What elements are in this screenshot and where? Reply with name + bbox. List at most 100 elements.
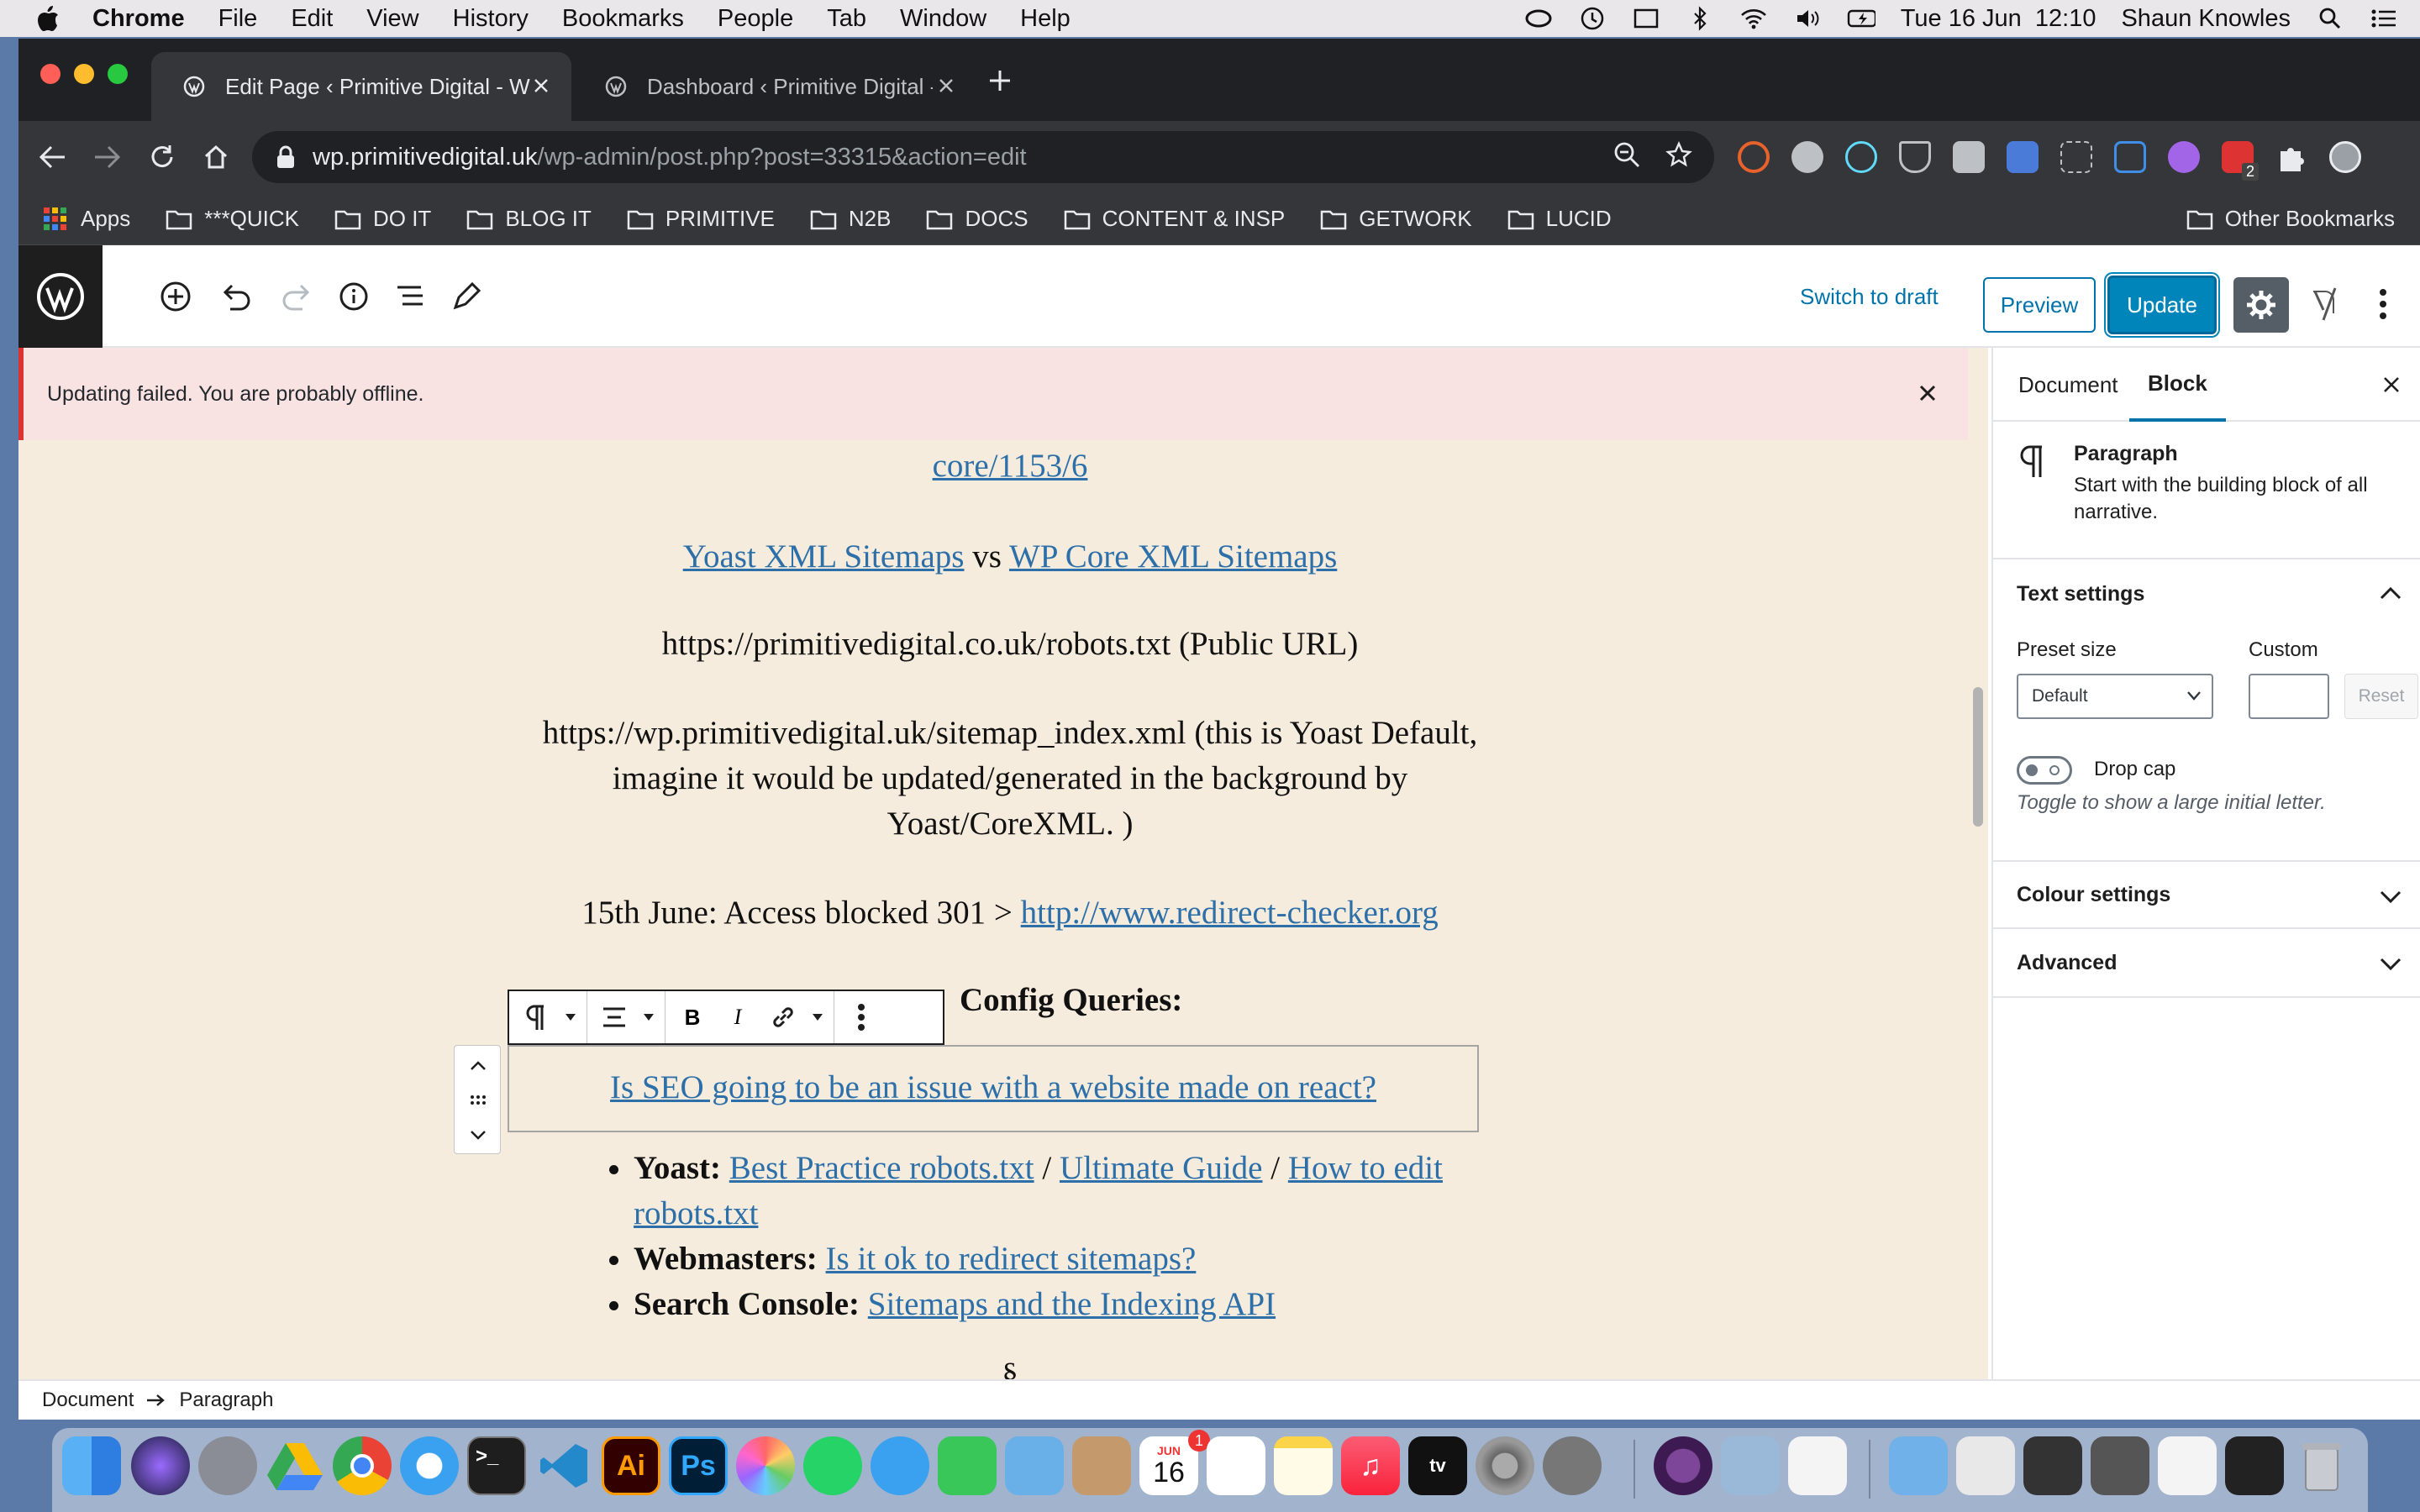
google-drive-icon[interactable]: [266, 1436, 324, 1495]
whatsapp-icon[interactable]: [803, 1436, 862, 1495]
wp-core-sitemaps-link[interactable]: WP Core XML Sitemaps: [1009, 538, 1337, 575]
selected-paragraph-block[interactable]: Is SEO going to be an issue with a websi…: [508, 1045, 1479, 1132]
link-icon[interactable]: [766, 999, 800, 1036]
reminders-icon[interactable]: [1207, 1436, 1265, 1495]
extension-camera-icon[interactable]: [1953, 141, 1985, 173]
move-up-icon[interactable]: [455, 1049, 502, 1083]
advanced-header[interactable]: Advanced: [1993, 929, 2420, 998]
bookmark-folder[interactable]: BLOG IT: [466, 206, 592, 232]
window-thumbnail-icon[interactable]: [2158, 1436, 2217, 1495]
tab-close-icon[interactable]: [528, 72, 555, 99]
other-bookmarks[interactable]: Other Bookmarks: [2186, 206, 2395, 232]
forward-icon[interactable]: [87, 138, 126, 176]
notification-center-icon[interactable]: [2370, 6, 2398, 31]
breadcrumb-document[interactable]: Document: [42, 1389, 134, 1412]
menu-window[interactable]: Window: [900, 5, 986, 33]
text-settings-header[interactable]: Text settings: [1993, 559, 2420, 628]
tab-edit-page[interactable]: Edit Page ‹ Primitive Digital - W: [151, 52, 571, 121]
block-more-options-icon[interactable]: [844, 999, 878, 1036]
redirect-checker-link[interactable]: http://www.redirect-checker.org: [1021, 895, 1439, 931]
window-thumbnail-icon[interactable]: [2225, 1436, 2284, 1495]
menu-edit[interactable]: Edit: [291, 5, 333, 33]
extension-blue-icon[interactable]: [2007, 141, 2039, 173]
extension-pocket-icon[interactable]: [1899, 141, 1931, 173]
undo-icon[interactable]: [217, 277, 255, 316]
paragraph-link-core[interactable]: core/1153/6: [439, 444, 1581, 489]
menu-history[interactable]: History: [453, 5, 529, 33]
chevron-down-icon[interactable]: [643, 999, 655, 1036]
breadcrumb-paragraph[interactable]: Paragraph: [179, 1389, 273, 1412]
menu-tab[interactable]: Tab: [827, 5, 866, 33]
menu-file[interactable]: File: [218, 5, 258, 33]
update-button[interactable]: Update: [2107, 276, 2217, 334]
chevron-down-icon[interactable]: [565, 999, 576, 1036]
ultimate-guide-link[interactable]: Ultimate Guide: [1060, 1150, 1263, 1186]
scrollbar-track[interactable]: [1968, 348, 1988, 1416]
chevron-down-icon[interactable]: [812, 999, 823, 1036]
window-thumbnail-icon[interactable]: [2091, 1436, 2149, 1495]
extension-gear-icon[interactable]: [1791, 141, 1823, 173]
menu-help[interactable]: Help: [1020, 5, 1071, 33]
list-item[interactable]: Webmasters: Is it ok to redirect sitemap…: [634, 1236, 1489, 1282]
wordpress-logo-icon[interactable]: [18, 245, 103, 348]
block-navigation-icon[interactable]: [392, 277, 430, 316]
italic-icon[interactable]: I: [721, 999, 755, 1036]
textedit-icon[interactable]: [1788, 1436, 1847, 1495]
safari-icon[interactable]: [400, 1436, 459, 1495]
terminal-icon[interactable]: >_: [467, 1436, 526, 1495]
tab-close-icon[interactable]: [933, 72, 960, 99]
apple-tv-icon[interactable]: tv: [1408, 1436, 1467, 1495]
bookmark-star-icon[interactable]: [1665, 141, 1692, 168]
menu-view[interactable]: View: [366, 5, 418, 33]
trash-icon[interactable]: [2292, 1436, 2351, 1495]
home-icon[interactable]: [197, 138, 235, 176]
menubar-clock[interactable]: Tue 16 Jun 12:10: [1901, 5, 2096, 33]
bookmark-folder[interactable]: PRIMITIVE: [627, 206, 775, 232]
menu-people[interactable]: People: [718, 5, 793, 33]
info-icon[interactable]: [334, 277, 373, 316]
more-options-icon[interactable]: [2366, 279, 2400, 329]
photoshop-icon[interactable]: Ps: [669, 1436, 728, 1495]
menubar-user[interactable]: Shaun Knowles: [2121, 5, 2291, 33]
add-block-icon[interactable]: [156, 277, 195, 316]
drop-cap-toggle[interactable]: [2017, 756, 2072, 785]
bookmark-folder[interactable]: ***QUICK: [166, 206, 299, 232]
window-minimize-button[interactable]: [74, 64, 94, 84]
preview-icon[interactable]: [1721, 1436, 1780, 1495]
tableplus-icon[interactable]: [1543, 1436, 1602, 1495]
paragraph-june-access[interactable]: 15th June: Access blocked 301 > http://w…: [439, 890, 1581, 936]
bookmark-folder[interactable]: LUCID: [1507, 206, 1612, 232]
preset-size-select[interactable]: Default: [2017, 674, 2213, 719]
tab-block[interactable]: Block: [2129, 348, 2226, 422]
messages-icon[interactable]: [871, 1436, 929, 1495]
heading-config-queries[interactable]: Config Queries:: [960, 978, 1296, 1023]
address-bar[interactable]: wp.primitivedigital.uk/wp-admin/post.php…: [252, 131, 1714, 183]
extension-react-icon[interactable]: [1845, 141, 1877, 173]
launchpad-icon[interactable]: [198, 1436, 257, 1495]
notes-icon[interactable]: [1274, 1436, 1333, 1495]
bookmark-folder[interactable]: CONTENT & INSP: [1064, 206, 1285, 232]
new-tab-icon[interactable]: [983, 64, 1017, 97]
wifi-icon[interactable]: [1739, 6, 1768, 31]
extensions-puzzle-icon[interactable]: [2275, 141, 2307, 173]
apple-icon[interactable]: [34, 4, 62, 33]
bookmark-apps[interactable]: Apps: [44, 206, 130, 232]
reset-button[interactable]: Reset: [2344, 674, 2418, 719]
bookmark-folder[interactable]: N2B: [810, 206, 891, 232]
system-preferences-icon[interactable]: [1476, 1436, 1534, 1495]
menu-bookmarks[interactable]: Bookmarks: [562, 5, 684, 33]
tor-browser-icon[interactable]: [1654, 1436, 1712, 1495]
spotlight-search-icon[interactable]: [2316, 6, 2344, 31]
switch-to-draft-button[interactable]: Switch to draft: [1800, 276, 1939, 318]
yoast-sitemaps-link[interactable]: Yoast XML Sitemaps: [683, 538, 965, 575]
list-item[interactable]: Yoast: Best Practice robots.txt / Ultima…: [634, 1146, 1489, 1236]
window-thumbnail-icon[interactable]: [2023, 1436, 2082, 1495]
extension-orange-icon[interactable]: [1738, 141, 1770, 173]
vscode-icon[interactable]: [534, 1436, 593, 1495]
bluetooth-icon[interactable]: [1686, 6, 1714, 31]
music-icon[interactable]: ♫: [1341, 1436, 1400, 1495]
extension-purple-icon[interactable]: [2168, 141, 2200, 173]
window-zoom-button[interactable]: [108, 64, 128, 84]
preview-button[interactable]: Preview: [1983, 277, 2096, 333]
redo-icon[interactable]: [277, 277, 316, 316]
